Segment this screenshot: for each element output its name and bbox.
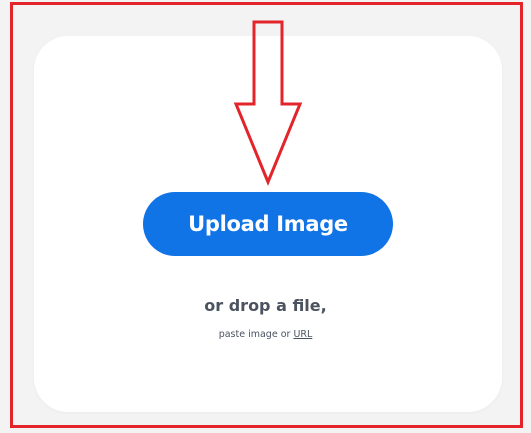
arrow-down-icon xyxy=(234,20,302,186)
upload-image-button[interactable]: Upload Image xyxy=(143,192,393,256)
paste-text: paste image or xyxy=(218,329,291,340)
drop-file-text: or drop a file, xyxy=(204,296,327,315)
upload-region: Upload Image or drop a file, paste image… xyxy=(0,0,531,433)
url-link[interactable]: URL xyxy=(293,329,312,340)
paste-instructions: paste image or URL xyxy=(0,329,531,340)
